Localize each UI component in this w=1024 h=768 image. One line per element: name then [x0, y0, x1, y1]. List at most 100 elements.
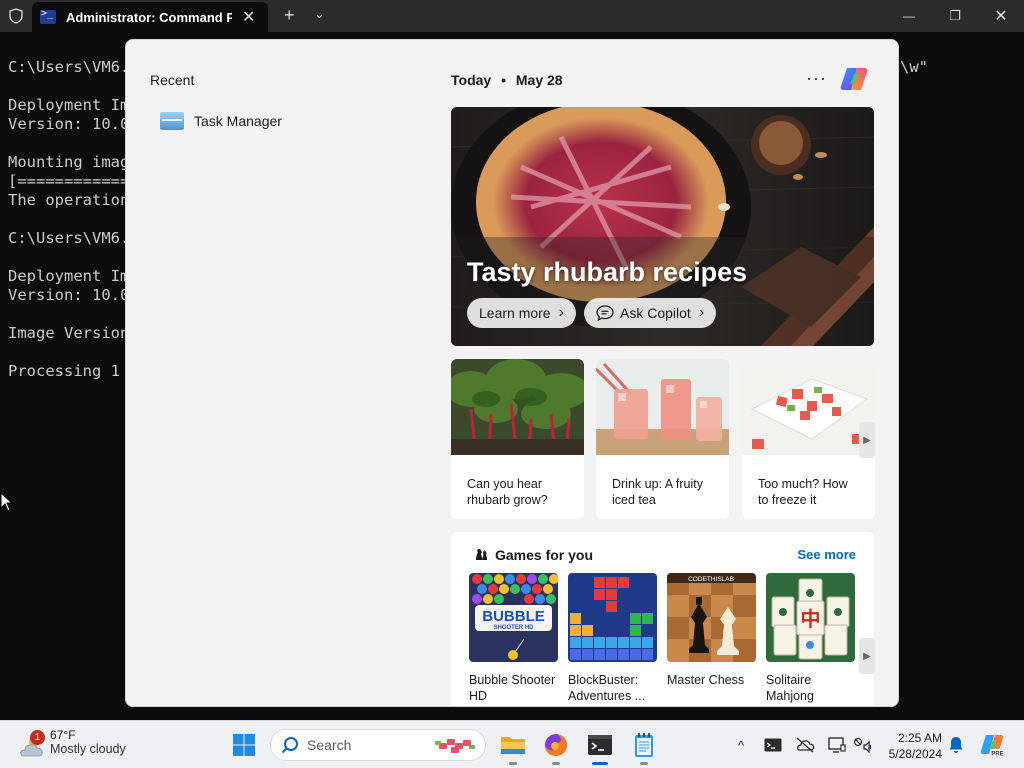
- game-title: BlockBuster: Adventures ...: [568, 673, 646, 703]
- firefox-icon: [545, 734, 567, 756]
- terminal-output-fragment: \w": [900, 58, 928, 76]
- minimize-icon: —: [903, 9, 915, 23]
- taskbar-notepad[interactable]: [628, 729, 660, 765]
- taskbar-terminal[interactable]: [584, 729, 616, 765]
- bubble-shooter-logo: SHOOTER HD: [493, 625, 534, 631]
- tray-terminal-icon[interactable]: [763, 735, 783, 755]
- iced-tea-image: [596, 359, 729, 455]
- tab-title: Administrator: Command Prc: [66, 9, 232, 25]
- active-indicator: [592, 762, 608, 765]
- task-manager-icon: [160, 112, 184, 130]
- more-options-icon[interactable]: ···: [806, 68, 827, 89]
- codethislab-label: CODETHISLAB: [688, 576, 734, 583]
- windows-logo-icon: [233, 734, 255, 756]
- clock-date: 5/28/2024: [888, 747, 942, 761]
- chevron-right-icon: ›: [558, 304, 564, 321]
- clock-time: 2:25 AM: [897, 731, 942, 745]
- tab-close-icon[interactable]: ✕: [242, 7, 255, 27]
- tab-command-prompt[interactable]: Administrator: Command Prc ✕: [32, 2, 268, 32]
- screen-icon[interactable]: [827, 735, 847, 755]
- taskbar: 1 67°F Mostly cloudy Search ^ 2:25 AM 5/…: [0, 720, 1024, 768]
- recent-heading: Recent: [150, 72, 195, 88]
- notifications-bell-icon[interactable]: [946, 735, 966, 755]
- bubble-shooter-art: BUBBLE SHOOTER HD: [469, 573, 559, 662]
- start-button[interactable]: [228, 729, 260, 761]
- taskbar-search[interactable]: Search: [270, 729, 486, 761]
- svg-text:PRE: PRE: [991, 752, 1003, 758]
- onedrive-offline-icon[interactable]: [795, 735, 815, 755]
- system-clock[interactable]: 2:25 AM 5/28/2024: [882, 730, 942, 762]
- blockbuster-art: [568, 573, 657, 662]
- weather-widget[interactable]: 1 67°F Mostly cloudy: [18, 728, 126, 758]
- copilot-icon[interactable]: [839, 64, 869, 94]
- today-label: Today: [451, 72, 492, 88]
- terminal-output[interactable]: C:\Users\VM6. Deployment Im Version: 10.…: [8, 58, 129, 381]
- ask-copilot-label: Ask Copilot: [620, 305, 691, 321]
- running-indicator: [640, 762, 648, 765]
- close-icon: ✕: [994, 8, 1008, 25]
- ask-copilot-button[interactable]: Ask Copilot ›: [584, 298, 717, 328]
- frozen-rhubarb-image: [742, 359, 875, 455]
- search-icon: [281, 737, 298, 754]
- news-card-title: Can you hear rhubarb grow?: [467, 477, 548, 507]
- game-title: Master Chess: [667, 673, 745, 687]
- bubble-shooter-logo: BUBBLE: [482, 608, 545, 625]
- games-heading: Games for you: [495, 547, 594, 563]
- weather-badge: 1: [30, 730, 45, 745]
- new-tab-button[interactable]: +: [284, 5, 295, 26]
- restore-button[interactable]: ❐: [932, 0, 978, 32]
- game-title: Bubble Shooter HD: [469, 673, 556, 703]
- news-card-title: Too much? How to freeze it: [758, 477, 848, 507]
- learn-more-label: Learn more: [479, 305, 551, 321]
- chess-pieces-icon: [476, 549, 487, 560]
- see-more-link[interactable]: See more: [797, 547, 856, 562]
- news-card-rhubarb-grow[interactable]: Can you hear rhubarb grow?: [451, 359, 584, 519]
- game-title: Solitaire Mahjong Classic: [766, 673, 814, 706]
- recent-item-label: Task Manager: [194, 113, 282, 129]
- search-placeholder: Search: [307, 737, 352, 753]
- weather-condition: Mostly cloudy: [50, 742, 126, 756]
- news-card-iced-tea[interactable]: Drink up: A fruity iced tea: [596, 359, 729, 519]
- feed-date-header: Today • May 28: [451, 72, 563, 88]
- start-flyout: Recent Task Manager Today • May 28 ··· T…: [125, 39, 899, 707]
- taskbar-firefox[interactable]: [540, 729, 572, 765]
- folder-icon: [501, 737, 525, 754]
- notepad-icon: [635, 733, 653, 757]
- mouse-cursor-icon: [0, 492, 12, 512]
- running-indicator: [509, 762, 517, 765]
- window-close-button[interactable]: ✕: [978, 0, 1024, 32]
- cards-scroll-right-button[interactable]: ▶: [859, 422, 875, 458]
- shield-icon: [0, 0, 32, 32]
- minimize-button[interactable]: —: [886, 0, 932, 32]
- taskbar-file-explorer[interactable]: [497, 729, 529, 765]
- rhubarb-plants-image: [451, 359, 584, 456]
- game-tile-master-chess[interactable]: CODETHISLAB Master Chess: [667, 573, 756, 688]
- hero-card[interactable]: Tasty rhubarb recipes Learn more › Ask C…: [451, 107, 874, 346]
- game-tile-bubble-shooter[interactable]: BUBBLE SHOOTER HD Bubble Shooter HD: [469, 573, 559, 704]
- tab-dropdown-icon[interactable]: ⌄: [314, 6, 325, 22]
- learn-more-button[interactable]: Learn more ›: [467, 298, 576, 328]
- news-card-freeze[interactable]: Too much? How to freeze it: [742, 359, 875, 519]
- master-chess-art: CODETHISLAB: [667, 573, 756, 662]
- cloud-icon: 1: [18, 730, 45, 758]
- copilot-pre-icon[interactable]: PRE: [979, 732, 1005, 758]
- restore-icon: ❐: [949, 8, 961, 23]
- show-hidden-icons-button[interactable]: ^: [731, 735, 751, 755]
- feed-date: May 28: [515, 72, 563, 88]
- mahjong-art: 中: [766, 573, 855, 662]
- recent-item-task-manager[interactable]: Task Manager: [160, 112, 282, 130]
- network-volume-icon[interactable]: [853, 735, 873, 755]
- mahjong-tile-glyph: 中: [801, 607, 821, 631]
- date-separator: •: [501, 72, 506, 88]
- hero-title: Tasty rhubarb recipes: [467, 257, 748, 287]
- running-indicator: [552, 762, 560, 765]
- game-tile-mahjong[interactable]: 中 Solitaire Mahjong Classic: [766, 573, 855, 706]
- terminal-icon: [588, 735, 612, 755]
- terminal-titlebar: Administrator: Command Prc ✕ + ⌄ — ❐ ✕: [0, 0, 1024, 32]
- powershell-icon: [40, 8, 56, 24]
- games-scroll-right-button[interactable]: ▶: [859, 638, 875, 674]
- game-tile-blockbuster[interactable]: BlockBuster: Adventures ...: [568, 573, 657, 704]
- weather-temp: 67°F: [50, 728, 76, 742]
- chevron-right-icon: ›: [698, 304, 705, 321]
- chat-icon: [596, 305, 614, 321]
